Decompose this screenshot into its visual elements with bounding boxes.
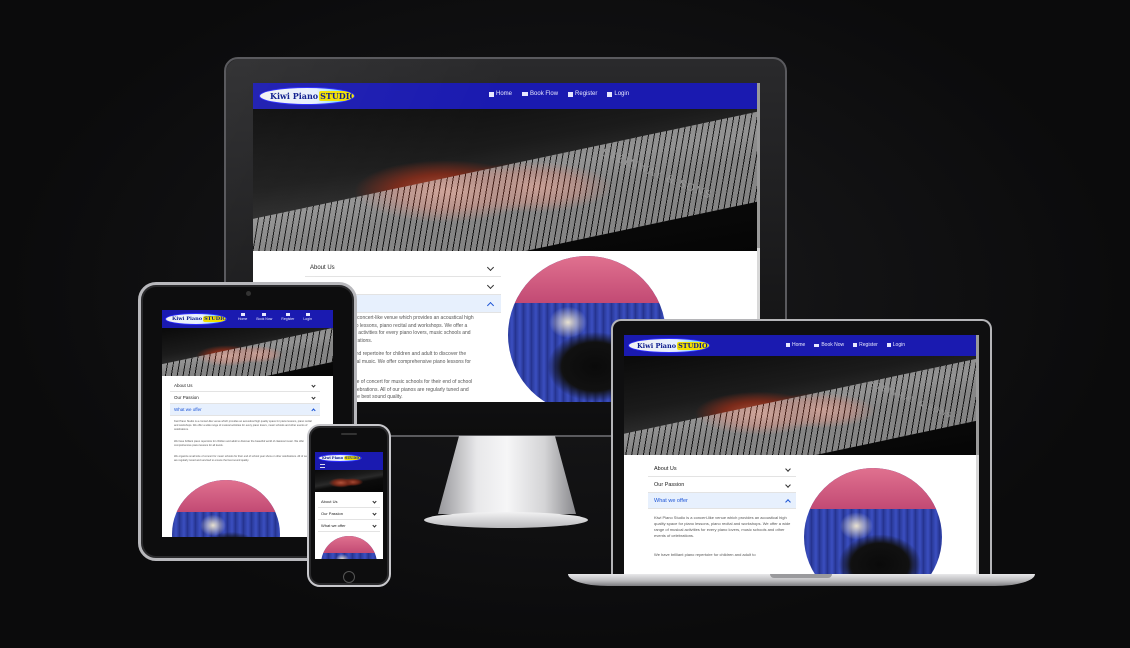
register-icon: [853, 343, 858, 347]
nav-login-link[interactable]: Login: [886, 342, 905, 348]
laptop-screen: Kiwi Piano STUDIO Home Book Now Register …: [611, 319, 992, 575]
laptop-hero-image: STEINWAY & SONS: [624, 356, 979, 455]
logo-main-text: Kiwi Piano: [270, 91, 319, 101]
accordion-what-we-offer[interactable]: What we offer: [170, 404, 320, 416]
accordion-about-us[interactable]: About Us: [170, 380, 320, 392]
nav-home-link[interactable]: Home: [786, 342, 805, 348]
booking-icon: [522, 92, 529, 96]
monitor-offer-para-2: and repertoire for children and adult to…: [353, 351, 471, 365]
accordion-our-passion[interactable]: Our Passion: [648, 477, 796, 493]
laptop-logo[interactable]: Kiwi Piano STUDIO: [628, 338, 710, 353]
phone-hero-image: [315, 470, 383, 492]
register-icon: [285, 313, 290, 316]
chevron-down-icon: [372, 523, 377, 528]
monitor-stand-base: [424, 512, 588, 528]
monitor-offer-para-1: e concert-like venue which provides an a…: [353, 315, 474, 344]
accordion-our-passion[interactable]: Our Passion: [318, 508, 380, 520]
monitor-scroll-thumb[interactable]: [757, 83, 760, 248]
monitor-logo[interactable]: Kiwi Piano STUDIO: [259, 87, 355, 105]
accordion-about-us[interactable]: About Us: [305, 259, 501, 277]
tablet-accordion: About Us Our Passion What we offer: [170, 380, 320, 416]
tablet-offer-para-2: We have brilliant piano repertoire for c…: [174, 440, 305, 447]
responsive-mockup: Kiwi Piano STUDIO Home Book Flow Register…: [0, 0, 1130, 648]
home-icon: [489, 91, 494, 97]
phone-piano-photo: [321, 536, 377, 559]
laptop-offer-para-1: Kiwi Piano Studio is a concert-like venu…: [654, 515, 791, 538]
tablet-hero-image: [162, 328, 333, 376]
monitor-stand: [438, 436, 576, 514]
phone-navbar: Kiwi Piano STUDIO: [315, 452, 383, 470]
logo-accent-text: STUDIO: [319, 91, 354, 101]
tablet-navbar: Kiwi Piano STUDIO Home Book Now Register …: [162, 310, 333, 328]
nav-book-link[interactable]: Book Now: [814, 342, 844, 348]
chevron-down-icon: [785, 465, 791, 472]
nav-register-link[interactable]: Register: [853, 342, 878, 348]
nav-home-link[interactable]: Home: [489, 91, 512, 97]
laptop-navbar: Kiwi Piano STUDIO Home Book Now Register …: [624, 335, 979, 356]
laptop-accordion: About Us Our Passion What we offer: [648, 461, 796, 509]
accordion-what-we-offer[interactable]: What we offer: [648, 493, 796, 509]
accordion-about-us[interactable]: About Us: [318, 496, 380, 508]
chevron-down-icon: [311, 383, 316, 388]
chevron-up-icon: [311, 408, 316, 413]
phone-accordion: About Us Our Passion What we offer: [318, 496, 380, 532]
phone-logo[interactable]: Kiwi Piano STUDIO: [318, 454, 362, 462]
nav-login-link[interactable]: Login: [607, 91, 629, 97]
tablet-offer-para-3: We organize small size of concert for mu…: [174, 455, 316, 462]
booking-icon: [814, 343, 820, 347]
booking-icon: [262, 313, 267, 316]
monitor-offer-para-3: ize of concert for music schools for the…: [353, 379, 473, 400]
monitor-nav-links: Home Book Flow Register Login: [489, 91, 629, 97]
login-icon: [886, 343, 891, 347]
chevron-down-icon: [372, 499, 377, 504]
accordion-our-passion[interactable]: Our Passion: [170, 392, 320, 404]
chevron-down-icon: [486, 282, 495, 290]
laptop-piano-photo: [804, 468, 942, 575]
phone-device: Kiwi Piano STUDIO About Us Our Passion Wh…: [307, 424, 391, 587]
nav-book-link[interactable]: Book Now: [256, 313, 272, 321]
login-icon: [305, 313, 310, 316]
nav-login-link[interactable]: Login: [303, 313, 312, 321]
nav-register-link[interactable]: Register: [568, 91, 597, 97]
laptop-website: Kiwi Piano STUDIO Home Book Now Register …: [624, 335, 979, 575]
chevron-down-icon: [486, 264, 495, 272]
phone-home-button: [343, 571, 355, 583]
login-icon: [607, 91, 613, 97]
chevron-down-icon: [311, 395, 316, 400]
tablet-piano-photo: [172, 480, 280, 537]
nav-home-link[interactable]: Home: [238, 313, 247, 321]
chevron-down-icon: [785, 481, 791, 488]
hamburger-menu-icon[interactable]: [320, 464, 325, 468]
nav-book-link[interactable]: Book Flow: [522, 91, 558, 97]
monitor-navbar: Kiwi Piano STUDIO Home Book Flow Register…: [253, 83, 760, 109]
accordion-what-we-offer[interactable]: What we offer: [318, 520, 380, 532]
register-icon: [568, 91, 574, 97]
tablet-offer-para-1: Kiwi Piano Studio is a concert-like venu…: [174, 420, 312, 431]
chevron-up-icon: [785, 499, 791, 506]
accordion-about-us[interactable]: About Us: [648, 461, 796, 477]
chevron-up-icon: [486, 302, 495, 310]
home-icon: [786, 343, 790, 347]
laptop-offer-para-2: We have brilliant piano repertoire for c…: [654, 552, 756, 557]
tablet-logo[interactable]: Kiwi Piano STUDIO: [165, 313, 227, 325]
monitor-hero-image: STEINWAY & SONS: [253, 109, 760, 251]
laptop-nav-links: Home Book Now Register Login: [786, 342, 905, 348]
nav-register-link[interactable]: Register: [281, 313, 294, 321]
phone-website: Kiwi Piano STUDIO About Us Our Passion Wh…: [315, 452, 383, 559]
laptop-scroll-thumb[interactable]: [976, 335, 979, 455]
tablet-nav-links: Home Book Now Register Login: [238, 313, 312, 321]
chevron-down-icon: [372, 511, 377, 516]
home-icon: [240, 313, 245, 316]
